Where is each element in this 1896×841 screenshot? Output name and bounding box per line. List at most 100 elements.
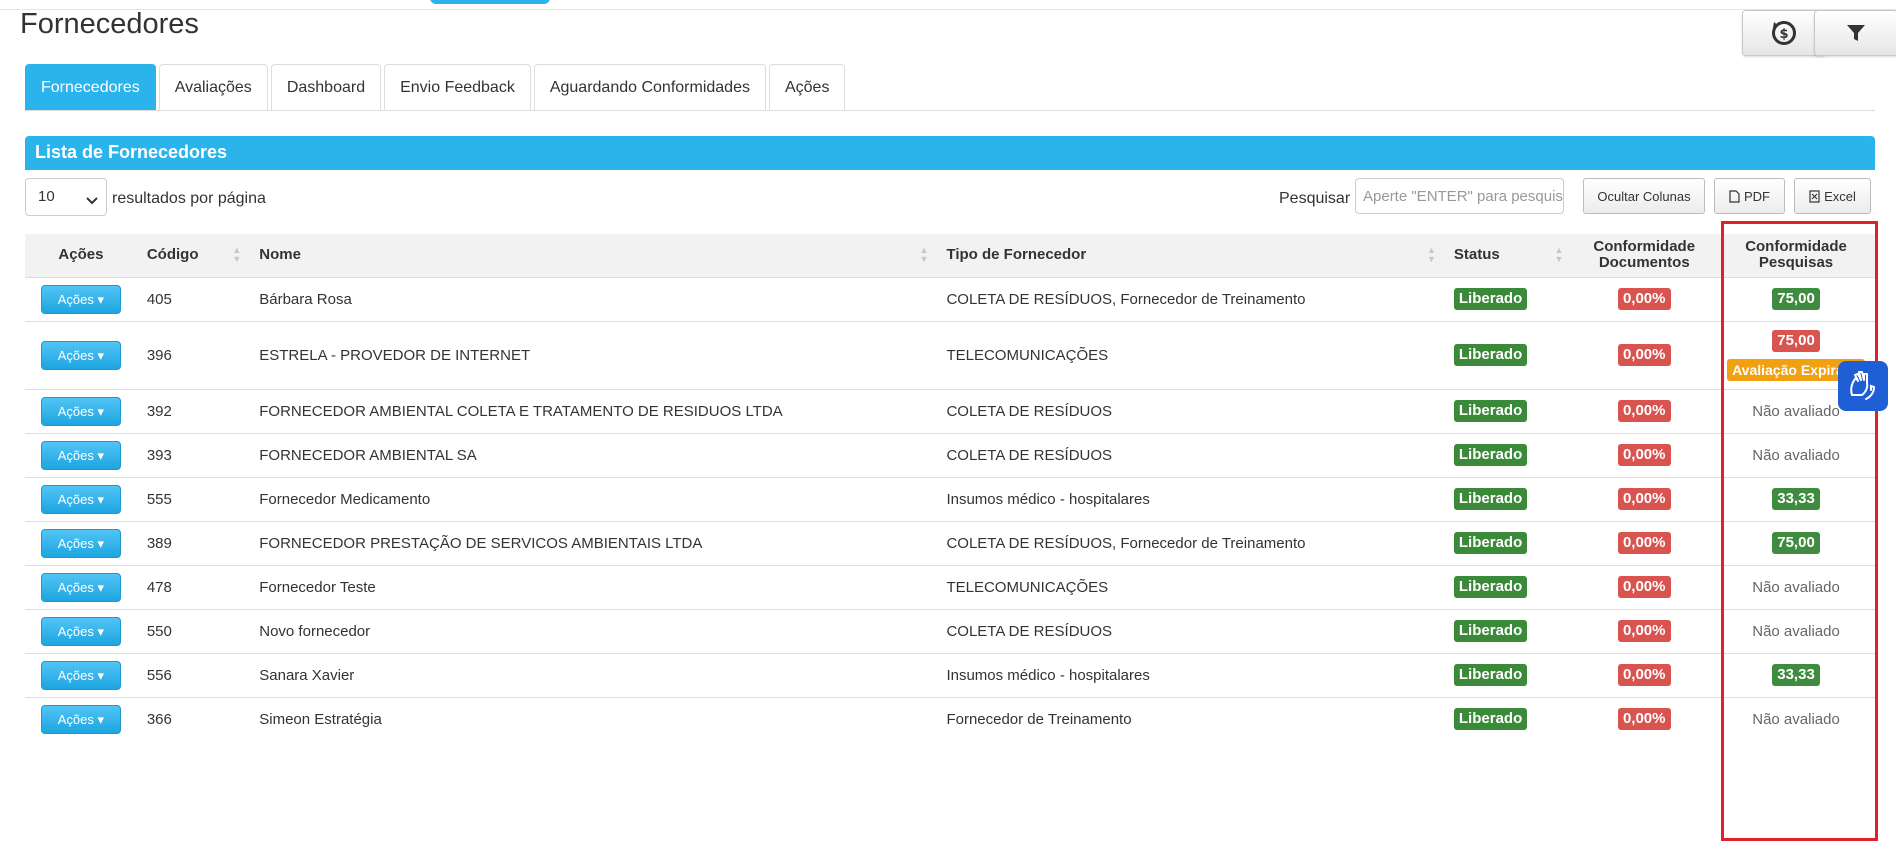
table-row: Ações ▾ 556 Sanara Xavier Insumos médico - …: [25, 652, 1875, 697]
panel-title: Lista de Fornecedores: [25, 136, 1875, 170]
conformidade-documentos-cell: 0,00%: [1571, 652, 1718, 697]
row-actions-button[interactable]: Ações ▾: [40, 704, 121, 734]
status-badge: Liberado: [1453, 400, 1528, 422]
conformidade-pesquisas-cell: Não avaliado: [1717, 608, 1875, 653]
sort-icon: ▲ ▼: [1554, 245, 1564, 264]
nome-cell: FORNECEDOR PRESTAÇÃO DE SERVICOS AMBIENT…: [249, 520, 937, 565]
codigo-cell: 389: [136, 520, 250, 565]
table-row: Ações ▾ 396 ESTRELA - PROVEDOR DE INTERNET…: [25, 320, 1875, 389]
tab-bar: Fornecedores Avaliações Dashboard Envio …: [25, 64, 1875, 111]
conformidade-pesquisas-cell: 75,00: [1717, 520, 1875, 565]
row-actions-button[interactable]: Ações ▾: [40, 340, 121, 370]
conformidade-documentos-cell: 0,00%: [1571, 564, 1718, 609]
row-actions-button[interactable]: Ações ▾: [40, 528, 121, 558]
conformidade-documentos-cell: 0,00%: [1571, 696, 1718, 741]
actions-cell: Ações ▾: [25, 476, 137, 521]
col-header-nome[interactable]: Nome ▲ ▼: [249, 234, 936, 277]
status-badge: Liberado: [1453, 620, 1528, 642]
row-actions-button[interactable]: Ações ▾: [40, 284, 121, 314]
conformidade-pesquisa-value: Não avaliado: [1752, 578, 1840, 596]
excel-button[interactable]: Excel: [1794, 178, 1871, 214]
row-actions-button[interactable]: Ações ▾: [40, 484, 121, 514]
tab-envio-feedback[interactable]: Envio Feedback: [384, 64, 531, 110]
conformidade-pesquisa-badge: 75,00: [1772, 532, 1820, 554]
excel-file-icon: [1809, 189, 1820, 203]
codigo-cell: 550: [136, 608, 250, 653]
tipo-cell: COLETA DE RESÍDUOS: [936, 608, 1444, 653]
page-length-value: 10: [38, 188, 55, 205]
nome-cell: FORNECEDOR AMBIENTAL SA: [249, 432, 937, 477]
table-header-row: Ações Código ▲ ▼ Nome ▲ ▼ Tipo de Fornecedor…: [25, 234, 1875, 277]
pdf-label: PDF: [1744, 188, 1770, 204]
sort-icon: ▲ ▼: [232, 245, 242, 264]
search-label: Pesquisar: [1279, 190, 1351, 207]
actions-cell: Ações ▾: [25, 696, 137, 741]
codigo-cell: 366: [136, 696, 250, 741]
page-length-select[interactable]: 10: [25, 178, 107, 216]
filter-button[interactable]: [1814, 10, 1896, 56]
filter-icon: [1847, 25, 1865, 41]
tab-avaliacoes[interactable]: Avaliações: [158, 64, 268, 110]
status-cell: Liberado: [1443, 564, 1572, 609]
col-header-codigo[interactable]: Código ▲ ▼: [137, 234, 249, 277]
row-actions-button[interactable]: Ações ▾: [40, 616, 121, 646]
page-title: Fornecedores: [20, 8, 199, 40]
caret-down-icon: ▾: [97, 579, 105, 595]
search-input[interactable]: Aperte "ENTER" para pesquisar: [1355, 178, 1564, 214]
conformidade-documentos-cell: 0,00%: [1571, 608, 1718, 653]
row-actions-button[interactable]: Ações ▾: [40, 660, 121, 690]
tab-dashboard[interactable]: Dashboard: [270, 64, 382, 110]
conformidade-pesquisa-badge: 33,33: [1772, 664, 1820, 686]
status-badge: Liberado: [1453, 708, 1528, 731]
col-header-tipo[interactable]: Tipo de Fornecedor ▲ ▼: [936, 234, 1443, 277]
status-cell: Liberado: [1443, 432, 1572, 477]
conformidade-documentos-badge: 0,00%: [1617, 620, 1671, 642]
conformidade-documentos-cell: 0,00%: [1571, 388, 1718, 433]
nome-cell: Fornecedor Teste: [249, 564, 937, 609]
conformidade-documentos-cell: 0,00%: [1571, 476, 1718, 521]
conformidade-documentos-badge: 0,00%: [1617, 488, 1671, 510]
sort-icon: ▲ ▼: [919, 245, 929, 264]
hide-columns-button[interactable]: Ocultar Colunas: [1583, 178, 1705, 214]
tab-fornecedores[interactable]: Fornecedores: [25, 64, 156, 110]
tipo-cell: COLETA DE RESÍDUOS, Fornecedor de Treina…: [936, 276, 1444, 321]
accessibility-button[interactable]: [1838, 361, 1888, 411]
svg-text:$: $: [1779, 27, 1788, 42]
tipo-cell: Fornecedor de Treinamento: [936, 696, 1444, 741]
row-actions-button[interactable]: Ações ▾: [40, 572, 121, 602]
caret-down-icon: ▾: [97, 447, 105, 463]
codigo-cell: 478: [136, 564, 250, 609]
tab-acoes[interactable]: Ações: [768, 64, 846, 110]
status-cell: Liberado: [1443, 520, 1572, 565]
row-actions-button[interactable]: Ações ▾: [40, 440, 121, 470]
table-row: Ações ▾ 405 Bárbara Rosa COLETA DE RESÍDUOS…: [25, 276, 1875, 321]
col-header-status[interactable]: Status ▲ ▼: [1444, 234, 1572, 277]
actions-cell: Ações ▾: [25, 652, 137, 697]
table-row: Ações ▾ 550 Novo fornecedor COLETA DE RESÍD…: [25, 608, 1875, 653]
conformidade-pesquisas-cell: Não avaliado: [1717, 696, 1875, 741]
conformidade-pesquisas-cell: 33,33: [1717, 476, 1875, 521]
pdf-button[interactable]: PDF: [1714, 178, 1785, 214]
caret-down-icon: ▾: [97, 535, 105, 551]
tipo-cell: COLETA DE RESÍDUOS: [936, 388, 1444, 433]
status-cell: Liberado: [1443, 320, 1572, 389]
sort-icon: ▲ ▼: [1426, 245, 1436, 264]
conformidade-documentos-badge: 0,00%: [1617, 444, 1671, 466]
caret-down-icon: ▾: [97, 711, 105, 727]
table-row: Ações ▾ 393 FORNECEDOR AMBIENTAL SA COLETA …: [25, 432, 1875, 477]
codigo-cell: 392: [136, 388, 250, 433]
top-nav-strip: [0, 0, 1896, 10]
suppliers-table: Ações Código ▲ ▼ Nome ▲ ▼ Tipo de Fornecedor…: [25, 234, 1875, 741]
conformidade-documentos-badge: 0,00%: [1617, 288, 1671, 310]
conformidade-documentos-badge: 0,00%: [1617, 532, 1671, 554]
conformidade-pesquisa-badge: 75,00: [1772, 329, 1820, 352]
page-length-label: resultados por página: [112, 190, 266, 207]
conformidade-documentos-cell: 0,00%: [1571, 320, 1718, 389]
nome-cell: ESTRELA - PROVEDOR DE INTERNET: [249, 320, 937, 389]
row-actions-button[interactable]: Ações ▾: [40, 396, 121, 426]
conformidade-pesquisa-value: Não avaliado: [1752, 446, 1840, 464]
conformidade-documentos-badge: 0,00%: [1617, 708, 1671, 731]
tab-aguardando-conformidades[interactable]: Aguardando Conformidades: [533, 64, 766, 110]
hide-columns-label: Ocultar Colunas: [1597, 188, 1691, 204]
pdf-file-icon: [1729, 189, 1740, 203]
